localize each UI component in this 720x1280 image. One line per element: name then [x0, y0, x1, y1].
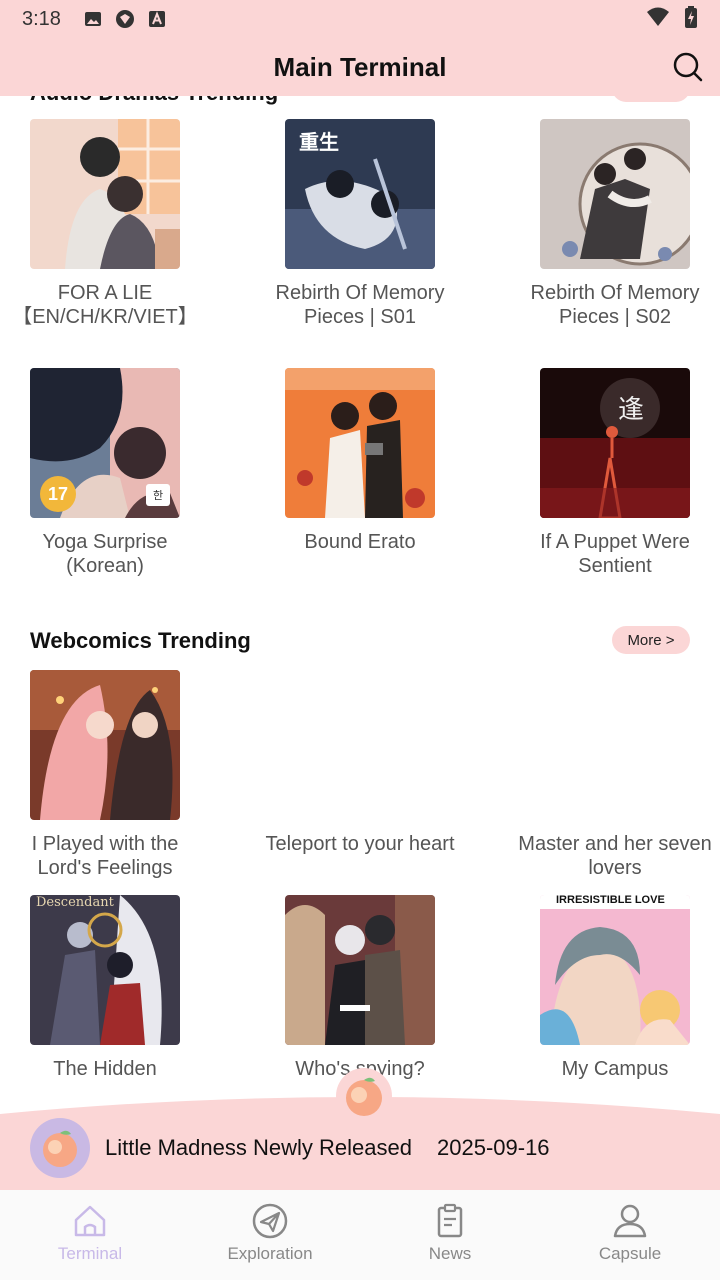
- banner-text: Little Madness Newly Released: [105, 1135, 412, 1160]
- home-icon: [74, 1205, 106, 1237]
- language-badge: 한: [146, 484, 170, 506]
- person-icon: [613, 1204, 647, 1238]
- cover-image: 重生: [285, 119, 435, 269]
- card-title: Teleport to your heart: [265, 833, 455, 855]
- card-title: Yoga Surprise (Korean): [42, 531, 168, 577]
- image-icon: [83, 9, 103, 29]
- webcomic-card[interactable]: Master and her seven lovers: [505, 670, 720, 880]
- cover-image: [285, 368, 435, 518]
- audio-card[interactable]: 17 한 Yoga Surprise (Korean): [0, 368, 215, 578]
- clipboard-icon: [437, 1203, 463, 1238]
- webcomic-card[interactable]: I Played with the Lord's Feelings: [0, 670, 215, 880]
- audio-more-button[interactable]: More >: [612, 96, 690, 102]
- audio-card[interactable]: FOR A LIE 【EN/CH/KR/VIET】: [0, 119, 215, 329]
- webcomic-card[interactable]: Descendant The Hidden: [0, 895, 215, 1081]
- tab-label: Terminal: [57, 1244, 123, 1263]
- cover-image: 17 한: [30, 368, 180, 518]
- peach-icon: [336, 1068, 392, 1124]
- cover-image: [540, 119, 690, 269]
- audio-card[interactable]: 逢 If A Puppet Were Sentient: [505, 368, 720, 578]
- top-header: Main Terminal: [0, 38, 720, 96]
- banner-date: 2025-09-16: [437, 1135, 550, 1160]
- card-title: The Hidden: [53, 1058, 157, 1080]
- status-time: 3:18: [22, 7, 61, 30]
- card-title: FOR A LIE 【EN/CH/KR/VIET】: [12, 282, 198, 328]
- card-title: I Played with the Lord's Feelings: [31, 833, 179, 879]
- svg-text:重生: 重生: [299, 130, 339, 154]
- tab-exploration[interactable]: Exploration: [180, 1190, 360, 1280]
- a-box-icon: [147, 9, 167, 29]
- card-title: If A Puppet Were Sentient: [540, 531, 690, 577]
- cover-image: [30, 670, 180, 820]
- tab-terminal[interactable]: Terminal: [0, 1190, 180, 1280]
- cover-image-placeholder: [540, 670, 690, 820]
- cover-image: [285, 895, 435, 1045]
- audio-card[interactable]: Bound Erato: [250, 368, 470, 554]
- audio-card[interactable]: 重生 Rebirth Of Memory Pieces | S01: [250, 119, 470, 329]
- search-icon[interactable]: [672, 51, 704, 83]
- cover-image: [30, 119, 180, 269]
- cover-image: 逢: [540, 368, 690, 518]
- svg-text:逢: 逢: [618, 395, 644, 425]
- cover-title-text: IRRESISTIBLE LOVE: [556, 895, 665, 906]
- webcomics-more-button[interactable]: More >: [612, 626, 690, 654]
- card-title: My Campus: [561, 1058, 669, 1080]
- tab-label: Exploration: [227, 1244, 313, 1263]
- webcomic-card[interactable]: Who's spying?: [250, 895, 470, 1081]
- status-bar: 3:18: [0, 0, 720, 38]
- page-title: Main Terminal: [273, 51, 447, 82]
- tab-news[interactable]: News: [360, 1190, 540, 1280]
- webcomic-card[interactable]: Teleport to your heart: [250, 670, 470, 856]
- peach-avatar: [30, 1118, 90, 1178]
- tab-label: Capsule: [598, 1244, 662, 1263]
- paper-plane-icon: [252, 1203, 288, 1239]
- webcomic-card[interactable]: IRRESISTIBLE LOVE My Campus: [505, 895, 720, 1081]
- cover-title-text: Descendant: [36, 895, 114, 910]
- cover-image: IRRESISTIBLE LOVE: [540, 895, 690, 1045]
- wifi-icon: [646, 7, 670, 32]
- card-title: Bound Erato: [304, 531, 416, 553]
- cover-image: Descendant: [30, 895, 180, 1045]
- tab-capsule[interactable]: Capsule: [540, 1190, 720, 1280]
- webcomics-section-title: Webcomics Trending: [30, 628, 251, 653]
- sync-icon: [115, 9, 135, 29]
- audio-section-title: Audio Dramas Trending: [30, 96, 278, 106]
- main-content[interactable]: Audio Dramas Trending More > FOR A LIE 【…: [0, 96, 720, 1096]
- battery-icon: [684, 5, 698, 33]
- card-title: Rebirth Of Memory Pieces | S01: [275, 282, 445, 328]
- tab-label: News: [428, 1244, 472, 1263]
- bottom-tab-bar: Terminal Exploration News Capsule: [0, 1190, 720, 1280]
- age-badge: 17: [40, 476, 76, 512]
- card-title: Master and her seven lovers: [518, 833, 712, 879]
- cover-image-placeholder: [285, 670, 435, 820]
- card-title: Rebirth Of Memory Pieces | S02: [530, 282, 700, 328]
- audio-card[interactable]: Rebirth Of Memory Pieces | S02: [505, 119, 720, 329]
